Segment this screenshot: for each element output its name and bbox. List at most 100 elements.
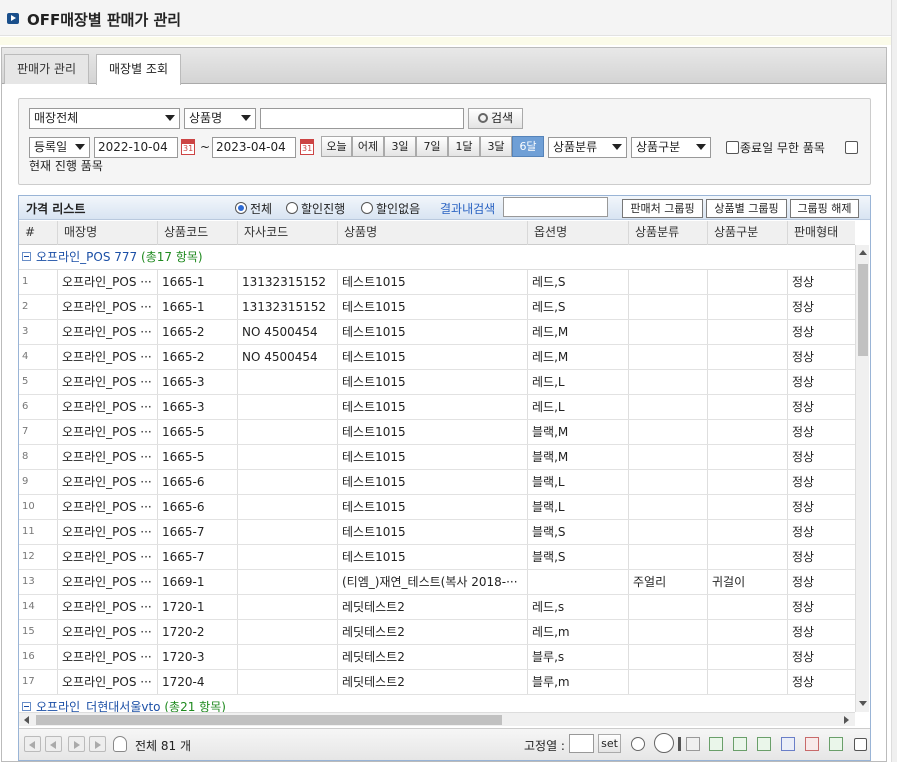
range-yesterday-button[interactable]: 어제 [352,136,384,157]
result-search-link[interactable]: 결과내검색 [440,200,495,217]
excel-icon[interactable] [757,737,771,751]
unlimited-end-checkbox[interactable] [726,141,739,154]
collapse-icon[interactable] [22,252,31,261]
table-row[interactable]: 6 오프라인_POS ··· 1665-3 테스트1015 레드,L 정상 [19,395,855,420]
table-row[interactable]: 17 오프라인_POS ··· 1720-4 레딧테스트2 블루,m 정상 [19,670,855,695]
ungroup-button[interactable]: 그룹핑 해제 [790,199,859,218]
pdf-icon[interactable] [805,737,819,751]
group-row[interactable]: 오프라인_POS 777 (총17 항목) [19,245,855,270]
scroll-up-icon[interactable] [859,250,867,255]
col-header-sale-type[interactable]: 판매형태 [788,221,855,245]
cell-no: 5 [19,370,58,394]
table-row[interactable]: 15 오프라인_POS ··· 1720-2 레딧테스트2 레드,m 정상 [19,620,855,645]
range-3day-button[interactable]: 3일 [384,136,416,157]
scroll-left-icon[interactable] [24,716,29,724]
store-select[interactable]: 매장전체 [29,108,180,129]
range-1month-button[interactable]: 1달 [448,136,480,157]
scroll-thumb[interactable] [858,264,868,356]
filter-nodiscount-radio[interactable] [361,202,373,214]
cell-code: 1665-5 [158,420,238,444]
search-button[interactable]: 검색 [468,108,523,129]
col-header-category[interactable]: 상품분류 [629,221,708,245]
next-page-icon[interactable] [68,736,85,752]
cell-store: 오프라인_POS ··· [58,270,158,294]
date-from-input[interactable]: 2022-10-04 [94,137,178,158]
cell-option: 블랙,S [528,545,629,569]
table-row[interactable]: 10 오프라인_POS ··· 1665-6 테스트1015 블랙,L 정상 [19,495,855,520]
col-header-no[interactable]: # [19,221,58,245]
print-icon[interactable] [686,737,700,751]
collapse-icon[interactable] [22,702,31,711]
fixed-column-input[interactable] [569,734,594,753]
group-by-product-button[interactable]: 상품별 그룹핑 [706,199,787,218]
table-row[interactable]: 16 오프라인_POS ··· 1720-3 레딧테스트2 블루,s 정상 [19,645,855,670]
result-search-input[interactable] [503,197,608,217]
set-button[interactable]: set [598,734,621,753]
table-row[interactable]: 12 오프라인_POS ··· 1665-7 테스트1015 블랙,S 정상 [19,545,855,570]
prev-page-icon[interactable] [45,736,62,752]
cell-type [708,545,788,569]
type-select[interactable]: 상품구분 [631,137,711,158]
excel-icon[interactable] [733,737,747,751]
table-row[interactable]: 11 오프라인_POS ··· 1665-7 테스트1015 블랙,S 정상 [19,520,855,545]
scroll-down-icon[interactable] [859,701,867,706]
cell-name: 테스트1015 [338,345,528,369]
cell-name: 테스트1015 [338,520,528,544]
col-header-type[interactable]: 상품구분 [708,221,788,245]
range-7day-button[interactable]: 7일 [416,136,448,157]
cell-sale: 정상 [792,375,815,389]
table-row[interactable]: 2 오프라인_POS ··· 1665-1 13132315152 테스트1015 레드,… [19,295,855,320]
table-row[interactable]: 9 오프라인_POS ··· 1665-6 테스트1015 블랙,L 정상 [19,470,855,495]
date-type-select[interactable]: 등록일 [29,137,90,158]
table-row[interactable]: 13 오프라인_POS ··· 1669-1 (티엠_)재연_테스트(복사 2018-… [19,570,855,595]
table-row[interactable]: 4 오프라인_POS ··· 1665-2 NO 4500454 테스트1015 레드,M… [19,345,855,370]
first-page-icon[interactable] [24,736,41,752]
table-row[interactable]: 14 오프라인_POS ··· 1720-1 레딧테스트2 레드,s 정상 [19,595,855,620]
range-3month-button[interactable]: 3달 [480,136,512,157]
col-header-code[interactable]: 상품코드 [158,221,238,245]
table-row[interactable]: 7 오프라인_POS ··· 1665-5 테스트1015 블랙,M 정상 [19,420,855,445]
range-today-button[interactable]: 오늘 [321,136,352,157]
range-6month-button[interactable]: 6달 [512,136,544,157]
group-by-seller-button[interactable]: 판매처 그룹핑 [622,199,703,218]
filter-all-radio[interactable] [235,202,247,214]
window-scrollbar[interactable] [891,0,897,762]
cell-type [708,470,788,494]
date-to-input[interactable]: 2023-04-04 [212,137,296,158]
cell-cat [629,495,708,519]
last-page-icon[interactable] [89,736,106,752]
col-header-store[interactable]: 매장명 [58,221,158,245]
toggle-icon[interactable] [631,737,645,751]
group-row[interactable]: 오프라인_더현대서울vto (총21 항목) [19,695,855,712]
cell-name: 테스트1015 [338,370,528,394]
cell-store: 오프라인_POS ··· [58,595,158,619]
option-checkbox[interactable] [854,738,867,751]
col-header-name[interactable]: 상품명 [338,221,528,245]
document-icon[interactable] [781,737,795,751]
grid-vertical-scrollbar[interactable] [855,245,869,712]
table-row[interactable]: 5 오프라인_POS ··· 1665-3 테스트1015 레드,L 정상 [19,370,855,395]
tab-price-management[interactable]: 판매가 관리 [4,54,90,84]
scroll-right-icon[interactable] [844,716,849,724]
cell-type [708,295,788,319]
keyword-input[interactable] [260,108,464,129]
calendar-icon[interactable]: 31 [300,139,314,155]
tab-store-view[interactable]: 매장별 조회 [96,54,182,85]
cell-cat [629,645,708,669]
field-select[interactable]: 상품명 [184,108,256,129]
category-select[interactable]: 상품분류 [548,137,627,158]
calendar-icon[interactable]: 31 [181,139,195,155]
current-items-checkbox[interactable] [845,141,858,154]
table-row[interactable]: 3 오프라인_POS ··· 1665-2 NO 4500454 테스트1015 레드,M… [19,320,855,345]
toggle-icon[interactable] [654,733,674,753]
excel-icon[interactable] [709,737,723,751]
excel-icon[interactable] [829,737,843,751]
col-header-option[interactable]: 옵션명 [528,221,629,245]
table-row[interactable]: 1 오프라인_POS ··· 1665-1 13132315152 테스트1015 레드,… [19,270,855,295]
cell-sale: 정상 [792,400,815,414]
filter-discount-radio[interactable] [286,202,298,214]
grid-horizontal-scrollbar[interactable] [19,712,855,726]
col-header-own-code[interactable]: 자사코드 [238,221,338,245]
scroll-thumb[interactable] [36,715,502,725]
table-row[interactable]: 8 오프라인_POS ··· 1665-5 테스트1015 블랙,M 정상 [19,445,855,470]
